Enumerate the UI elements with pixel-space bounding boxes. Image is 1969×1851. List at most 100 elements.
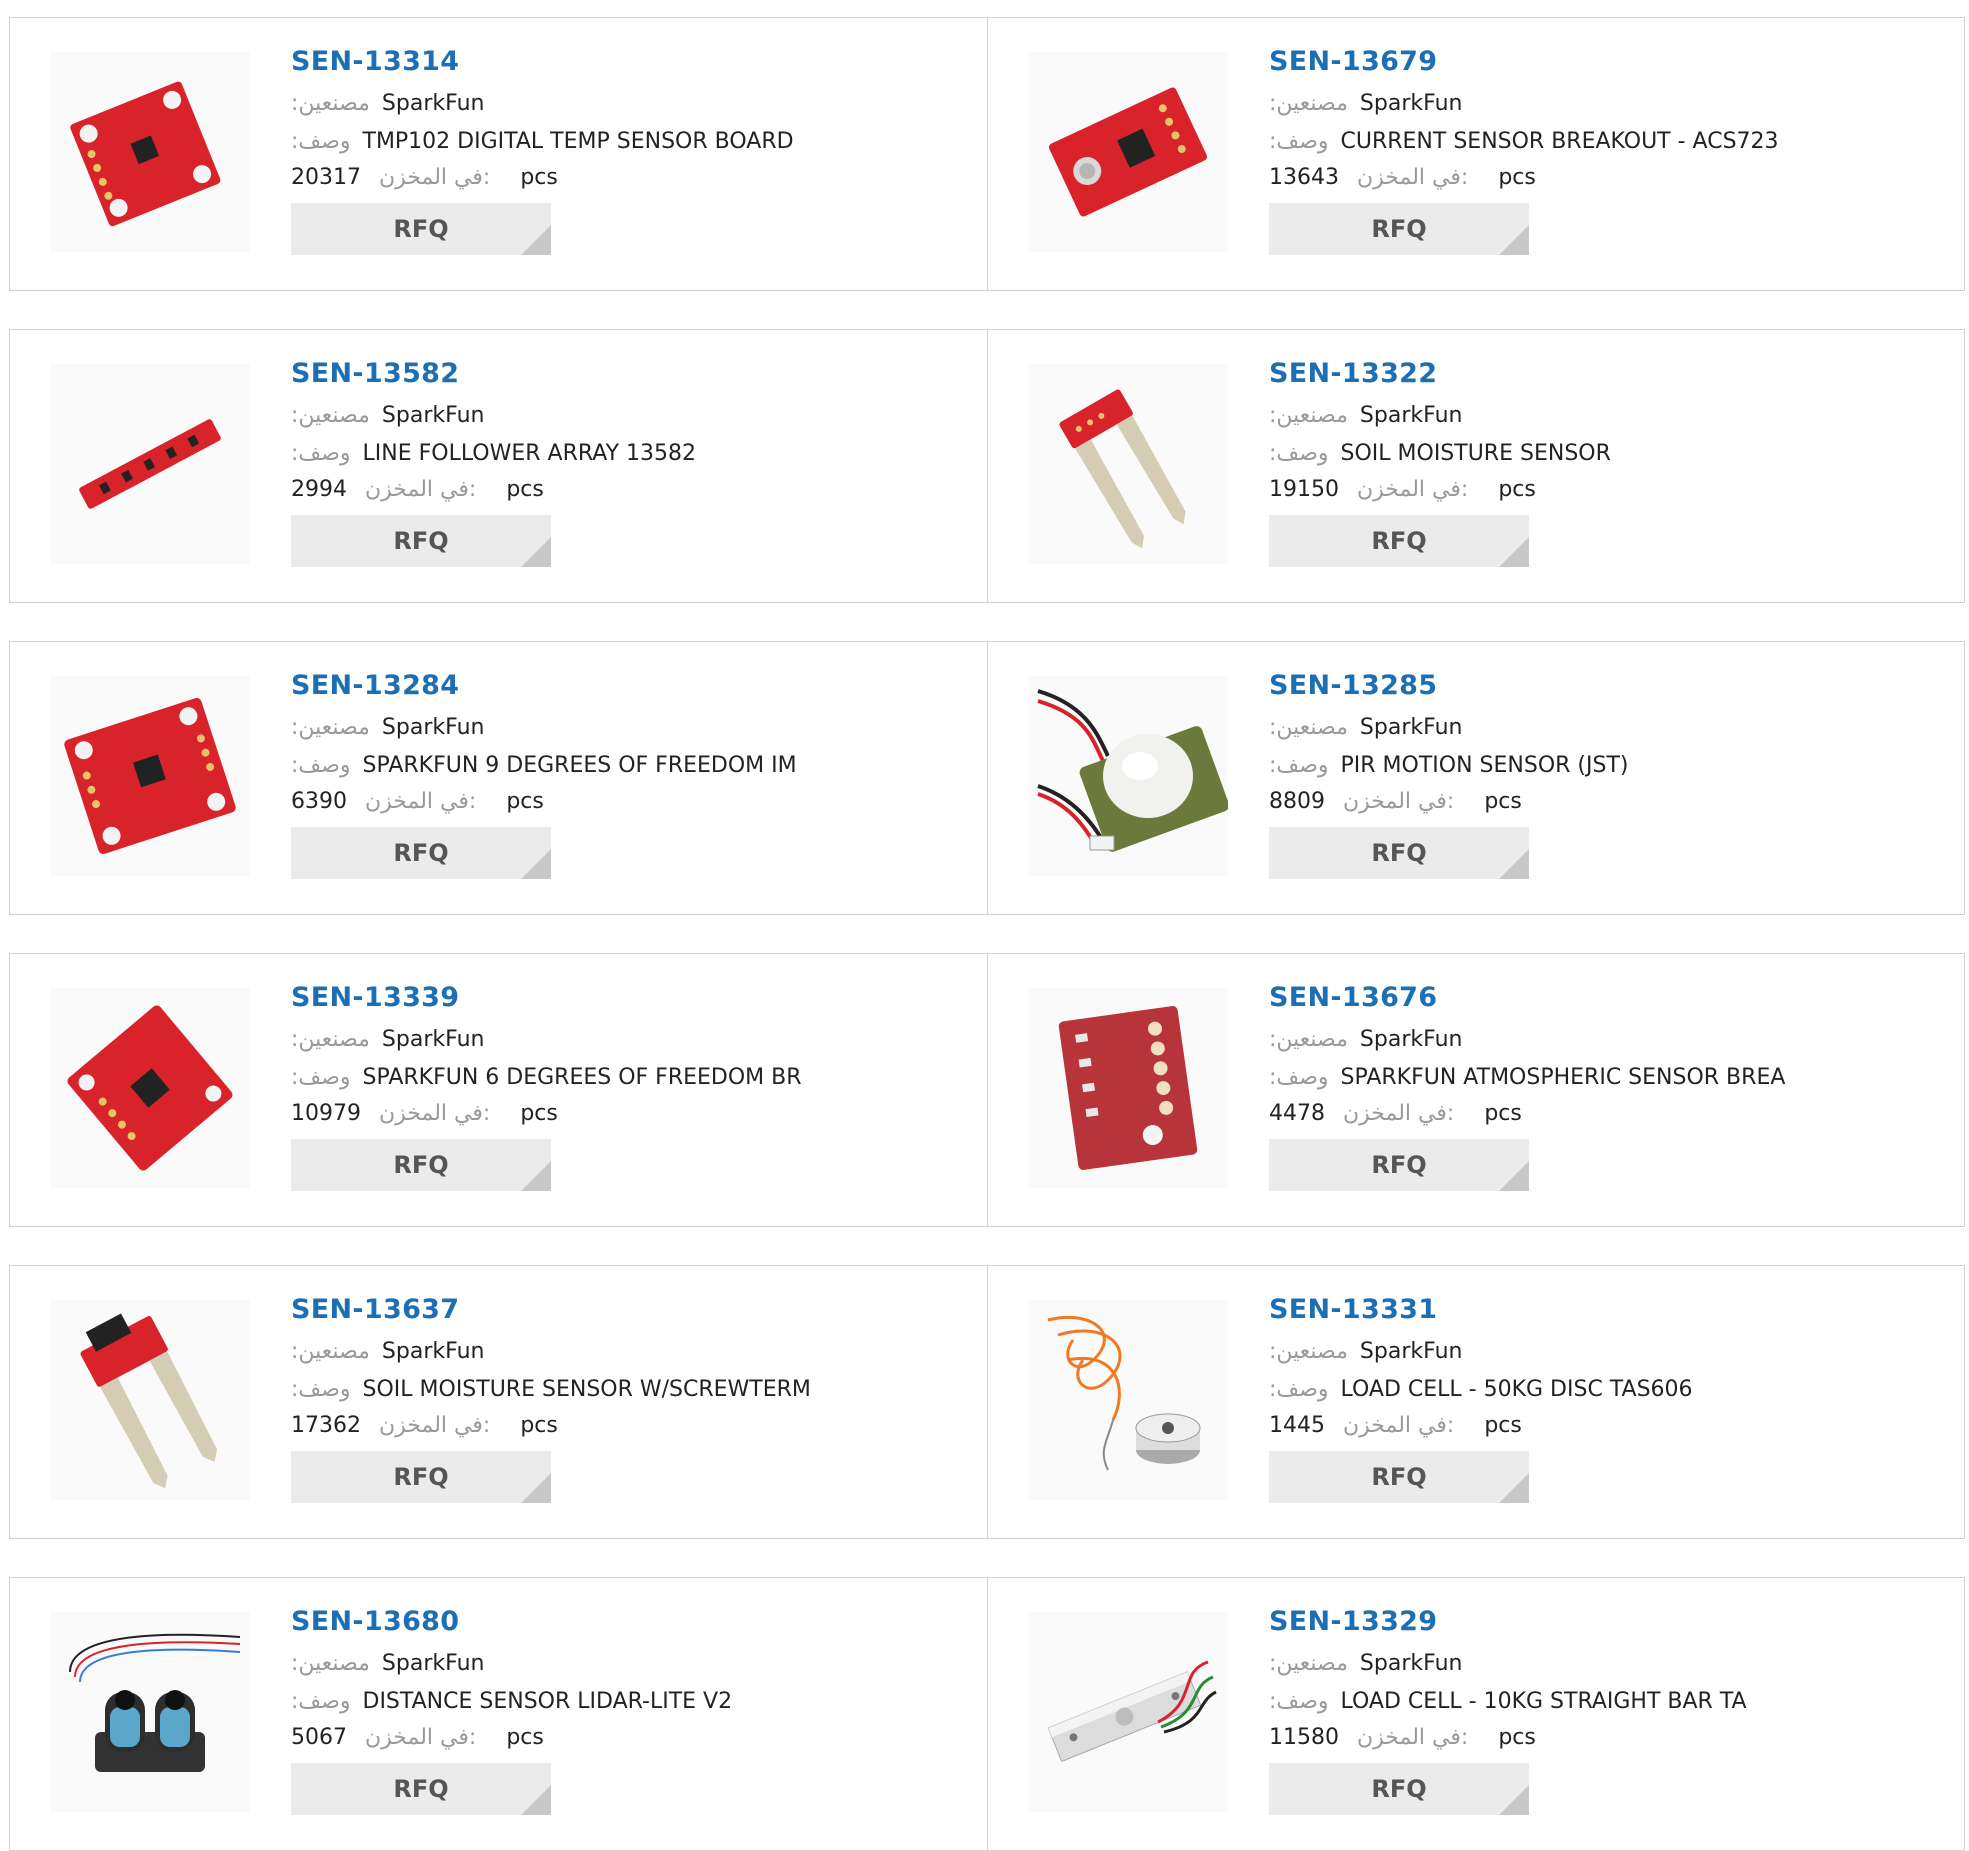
part-number-link[interactable]: SEN-13314 bbox=[291, 46, 794, 77]
stock-label: في المخزن: bbox=[365, 1725, 477, 1750]
stock-line: 2994 في المخزن: pcs bbox=[291, 477, 696, 503]
part-number-link[interactable]: SEN-13331 bbox=[1269, 1294, 1693, 1325]
part-number-link[interactable]: SEN-13322 bbox=[1269, 358, 1611, 389]
description-value: CURRENT SENSOR BREAKOUT - ACS723 bbox=[1340, 129, 1779, 154]
rfq-button[interactable]: RFQ bbox=[291, 1451, 551, 1503]
product-card: SEN-13331 :مصنعين SparkFun :وصف LOAD CELL … bbox=[987, 1266, 1964, 1538]
product-image[interactable] bbox=[50, 52, 250, 252]
rfq-label: RFQ bbox=[393, 215, 449, 243]
manufacturer-label: :مصنعين bbox=[1269, 403, 1348, 428]
product-row: SEN-13284 :مصنعين SparkFun :وصف SPARKFUN 9… bbox=[9, 641, 1965, 915]
stock-line: 19150 في المخزن: pcs bbox=[1269, 477, 1611, 503]
corner-triangle-icon bbox=[1499, 1473, 1529, 1503]
description-value: LOAD CELL - 10KG STRAIGHT BAR TA bbox=[1340, 1689, 1747, 1714]
description-line: :وصف LINE FOLLOWER ARRAY 13582 bbox=[291, 441, 696, 467]
product-row: SEN-13637 :مصنعين SparkFun :وصف SOIL MOIST… bbox=[9, 1265, 1965, 1539]
stock-line: 1445 في المخزن: pcs bbox=[1269, 1413, 1693, 1439]
stock-unit: pcs bbox=[520, 1413, 558, 1438]
corner-triangle-icon bbox=[521, 1161, 551, 1191]
product-image[interactable] bbox=[1028, 52, 1228, 252]
stock-line: 10979 في المخزن: pcs bbox=[291, 1101, 802, 1127]
description-value: SOIL MOISTURE SENSOR bbox=[1340, 441, 1611, 466]
part-number-link[interactable]: SEN-13637 bbox=[291, 1294, 811, 1325]
product-image[interactable] bbox=[50, 1300, 250, 1500]
rfq-button[interactable]: RFQ bbox=[1269, 1763, 1529, 1815]
manufacturer-label: :مصنعين bbox=[291, 1339, 370, 1364]
rfq-button[interactable]: RFQ bbox=[291, 515, 551, 567]
rfq-label: RFQ bbox=[393, 527, 449, 555]
product-image[interactable] bbox=[1028, 364, 1228, 564]
rfq-button[interactable]: RFQ bbox=[291, 203, 551, 255]
rfq-label: RFQ bbox=[1371, 1463, 1427, 1491]
description-line: :وصف SOIL MOISTURE SENSOR bbox=[1269, 441, 1611, 467]
description-label: :وصف bbox=[291, 1689, 351, 1714]
stock-line: 6390 في المخزن: pcs bbox=[291, 789, 797, 815]
rfq-button[interactable]: RFQ bbox=[291, 1763, 551, 1815]
product-row: SEN-13680 :مصنعين SparkFun :وصف DISTANCE S… bbox=[9, 1577, 1965, 1851]
manufacturer-value: SparkFun bbox=[1359, 91, 1463, 116]
description-line: :وصف SOIL MOISTURE SENSOR W/SCREWTERM bbox=[291, 1377, 811, 1403]
stock-label: في المخزن: bbox=[379, 165, 491, 190]
rfq-button[interactable]: RFQ bbox=[291, 827, 551, 879]
product-image[interactable] bbox=[50, 676, 250, 876]
manufacturer-value: SparkFun bbox=[381, 403, 485, 428]
rfq-button[interactable]: RFQ bbox=[1269, 203, 1529, 255]
product-image[interactable] bbox=[1028, 988, 1228, 1188]
description-line: :وصف LOAD CELL - 50KG DISC TAS606 bbox=[1269, 1377, 1693, 1403]
stock-unit: pcs bbox=[1498, 165, 1536, 190]
rfq-button[interactable]: RFQ bbox=[1269, 515, 1529, 567]
manufacturer-line: :مصنعين SparkFun bbox=[1269, 1339, 1693, 1365]
part-number-link[interactable]: SEN-13285 bbox=[1269, 670, 1628, 701]
stock-label: في المخزن: bbox=[365, 789, 477, 814]
product-card: SEN-13322 :مصنعين SparkFun :وصف SOIL MOIST… bbox=[987, 330, 1964, 602]
manufacturer-label: :مصنعين bbox=[1269, 1027, 1348, 1052]
stock-quantity: 19150 bbox=[1269, 477, 1339, 502]
manufacturer-value: SparkFun bbox=[381, 91, 485, 116]
rfq-label: RFQ bbox=[1371, 1775, 1427, 1803]
part-number-link[interactable]: SEN-13582 bbox=[291, 358, 696, 389]
stock-quantity: 4478 bbox=[1269, 1101, 1325, 1126]
description-label: :وصف bbox=[1269, 1377, 1329, 1402]
rfq-label: RFQ bbox=[393, 1775, 449, 1803]
stock-unit: pcs bbox=[1484, 789, 1522, 814]
manufacturer-line: :مصنعين SparkFun bbox=[1269, 715, 1628, 741]
product-image[interactable] bbox=[1028, 1612, 1228, 1812]
stock-label: في المخزن: bbox=[1357, 477, 1469, 502]
part-number-link[interactable]: SEN-13284 bbox=[291, 670, 797, 701]
description-value: SPARKFUN ATMOSPHERIC SENSOR BREA bbox=[1340, 1065, 1786, 1090]
product-image[interactable] bbox=[1028, 1300, 1228, 1500]
corner-triangle-icon bbox=[521, 225, 551, 255]
description-line: :وصف TMP102 DIGITAL TEMP SENSOR BOARD bbox=[291, 129, 794, 155]
manufacturer-label: :مصنعين bbox=[291, 403, 370, 428]
part-number-link[interactable]: SEN-13329 bbox=[1269, 1606, 1747, 1637]
manufacturer-line: :مصنعين SparkFun bbox=[291, 1339, 811, 1365]
stock-label: في المخزن: bbox=[1343, 1413, 1455, 1438]
rfq-label: RFQ bbox=[393, 1463, 449, 1491]
part-number-link[interactable]: SEN-13676 bbox=[1269, 982, 1785, 1013]
description-line: :وصف DISTANCE SENSOR LIDAR-LITE V2 bbox=[291, 1689, 732, 1715]
corner-triangle-icon bbox=[1499, 1161, 1529, 1191]
product-image[interactable] bbox=[1028, 676, 1228, 876]
product-card: SEN-13676 :مصنعين SparkFun :وصف SPARKFUN A… bbox=[987, 954, 1964, 1226]
stock-unit: pcs bbox=[506, 789, 544, 814]
description-value: DISTANCE SENSOR LIDAR-LITE V2 bbox=[362, 1689, 733, 1714]
product-row: SEN-13314 :مصنعين SparkFun :وصف TMP102 DIG… bbox=[9, 17, 1965, 291]
stock-quantity: 17362 bbox=[291, 1413, 361, 1438]
corner-triangle-icon bbox=[521, 1785, 551, 1815]
product-image[interactable] bbox=[50, 364, 250, 564]
part-number-link[interactable]: SEN-13680 bbox=[291, 1606, 732, 1637]
rfq-button[interactable]: RFQ bbox=[1269, 1139, 1529, 1191]
stock-unit: pcs bbox=[1498, 477, 1536, 502]
stock-unit: pcs bbox=[520, 165, 558, 190]
manufacturer-line: :مصنعين SparkFun bbox=[291, 1027, 802, 1053]
manufacturer-value: SparkFun bbox=[381, 1651, 485, 1676]
rfq-button[interactable]: RFQ bbox=[291, 1139, 551, 1191]
part-number-link[interactable]: SEN-13339 bbox=[291, 982, 802, 1013]
rfq-button[interactable]: RFQ bbox=[1269, 827, 1529, 879]
corner-triangle-icon bbox=[521, 849, 551, 879]
product-image[interactable] bbox=[50, 1612, 250, 1812]
part-number-link[interactable]: SEN-13679 bbox=[1269, 46, 1779, 77]
rfq-button[interactable]: RFQ bbox=[1269, 1451, 1529, 1503]
product-image[interactable] bbox=[50, 988, 250, 1188]
description-line: :وصف SPARKFUN 9 DEGREES OF FREEDOM IM bbox=[291, 753, 797, 779]
